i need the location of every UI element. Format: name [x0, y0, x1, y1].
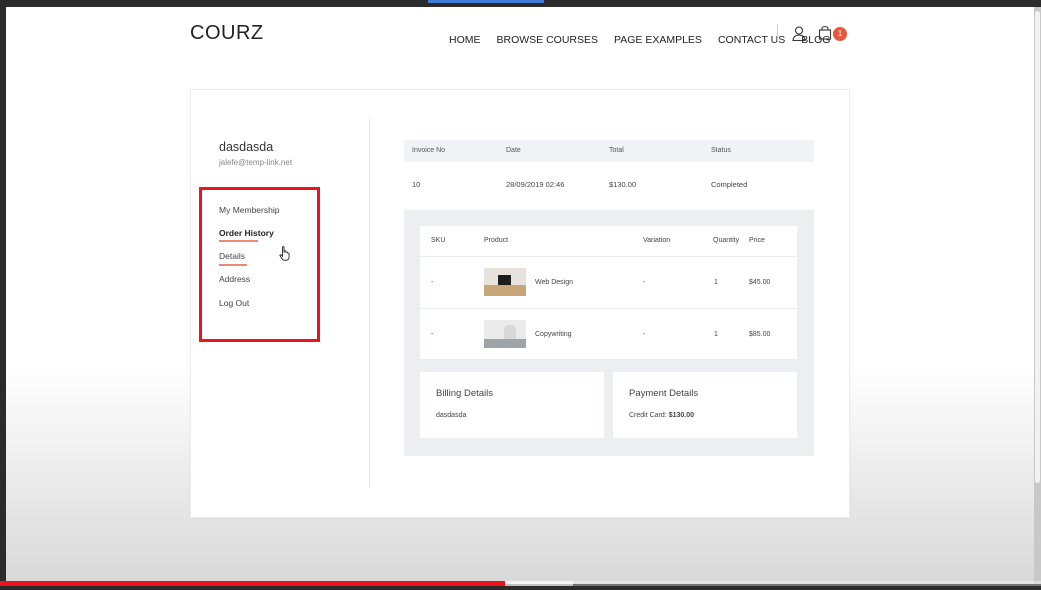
orders-table-header: Invoice No Date Total Status — [404, 140, 814, 162]
scrollbar-thumb[interactable] — [1035, 11, 1040, 483]
order-row[interactable]: 10 28/09/2019 02:46 $130.00 Completed — [404, 172, 814, 198]
user-email: jalefe@temp-link.net — [219, 158, 293, 167]
cart-icon[interactable] — [818, 25, 832, 40]
site-logo[interactable]: COURZ — [190, 22, 264, 45]
order-invoice-no: 10 — [412, 180, 421, 189]
item-price: $85.00 — [749, 331, 771, 338]
product-thumbnail — [484, 320, 526, 348]
video-played-bar — [0, 581, 505, 586]
user-icon[interactable] — [792, 26, 806, 41]
payment-method-label: Credit Card: — [629, 412, 667, 419]
order-detail-panel: SKU Product Variation Quantity Price - W… — [404, 210, 814, 456]
col-price: Price — [749, 237, 765, 244]
item-variation: - — [643, 279, 646, 286]
video-progress-bar[interactable] — [0, 581, 1041, 586]
cart-count-badge: 1 — [833, 27, 847, 41]
item-product[interactable]: Web Design — [535, 279, 573, 286]
items-table-header: SKU Product Variation Quantity Price — [420, 226, 797, 257]
card-divider — [369, 118, 370, 488]
item-product[interactable]: Copywriting — [535, 331, 572, 338]
item-variation: - — [643, 331, 646, 338]
order-status: Completed — [711, 180, 748, 189]
payment-details-title: Payment Details — [629, 388, 699, 399]
nav-divider — [777, 24, 778, 42]
item-quantity: 1 — [714, 331, 718, 338]
billing-name: dasdasda — [436, 412, 467, 419]
billing-details-title: Billing Details — [436, 388, 494, 399]
main-nav: HOME BROWSE COURSES PAGE EXAMPLES CONTAC… — [449, 34, 846, 46]
col-quantity: Quantity — [713, 237, 740, 244]
nav-contact-us[interactable]: CONTACT US — [718, 34, 785, 46]
order-date: 28/09/2019 02:46 — [506, 180, 565, 189]
col-variation: Variation — [643, 237, 671, 244]
page-frame: COURZ HOME BROWSE COURSES PAGE EXAMPLES … — [6, 7, 1034, 584]
payment-amount: $130.00 — [668, 412, 694, 419]
item-price: $45.00 — [749, 279, 771, 286]
nav-home[interactable]: HOME — [449, 34, 481, 46]
col-invoice-no: Invoice No — [412, 147, 446, 154]
nav-browse-courses[interactable]: BROWSE COURSES — [497, 34, 599, 46]
hand-cursor-icon — [279, 246, 290, 261]
table-row[interactable]: - Web Design - 1 $45.00 — [420, 257, 797, 309]
table-row[interactable]: - Copywriting - 1 $85.00 — [420, 309, 797, 360]
col-total: Total — [609, 147, 624, 154]
col-sku: SKU — [431, 237, 446, 244]
user-name: dasdasda — [219, 140, 274, 154]
payment-details-box: Payment Details Credit Card: $130.00 — [613, 372, 797, 438]
order-total: $130.00 — [609, 180, 637, 189]
col-status: Status — [711, 147, 731, 154]
item-quantity: 1 — [714, 279, 718, 286]
payment-info: Credit Card: $130.00 — [629, 412, 694, 419]
billing-details-box: Billing Details dasdasda — [420, 372, 604, 438]
item-sku: - — [431, 331, 434, 338]
col-date: Date — [506, 147, 521, 154]
annotation-highlight-box — [199, 187, 320, 342]
col-product: Product — [484, 237, 509, 244]
order-items-table: SKU Product Variation Quantity Price - W… — [420, 226, 797, 359]
page-scrollbar[interactable] — [1034, 7, 1041, 584]
product-thumbnail — [484, 268, 526, 296]
item-sku: - — [431, 279, 434, 286]
account-card: dasdasda jalefe@temp-link.net My Members… — [190, 89, 850, 518]
browser-top-accent — [428, 0, 544, 3]
nav-page-examples[interactable]: PAGE EXAMPLES — [614, 34, 702, 46]
